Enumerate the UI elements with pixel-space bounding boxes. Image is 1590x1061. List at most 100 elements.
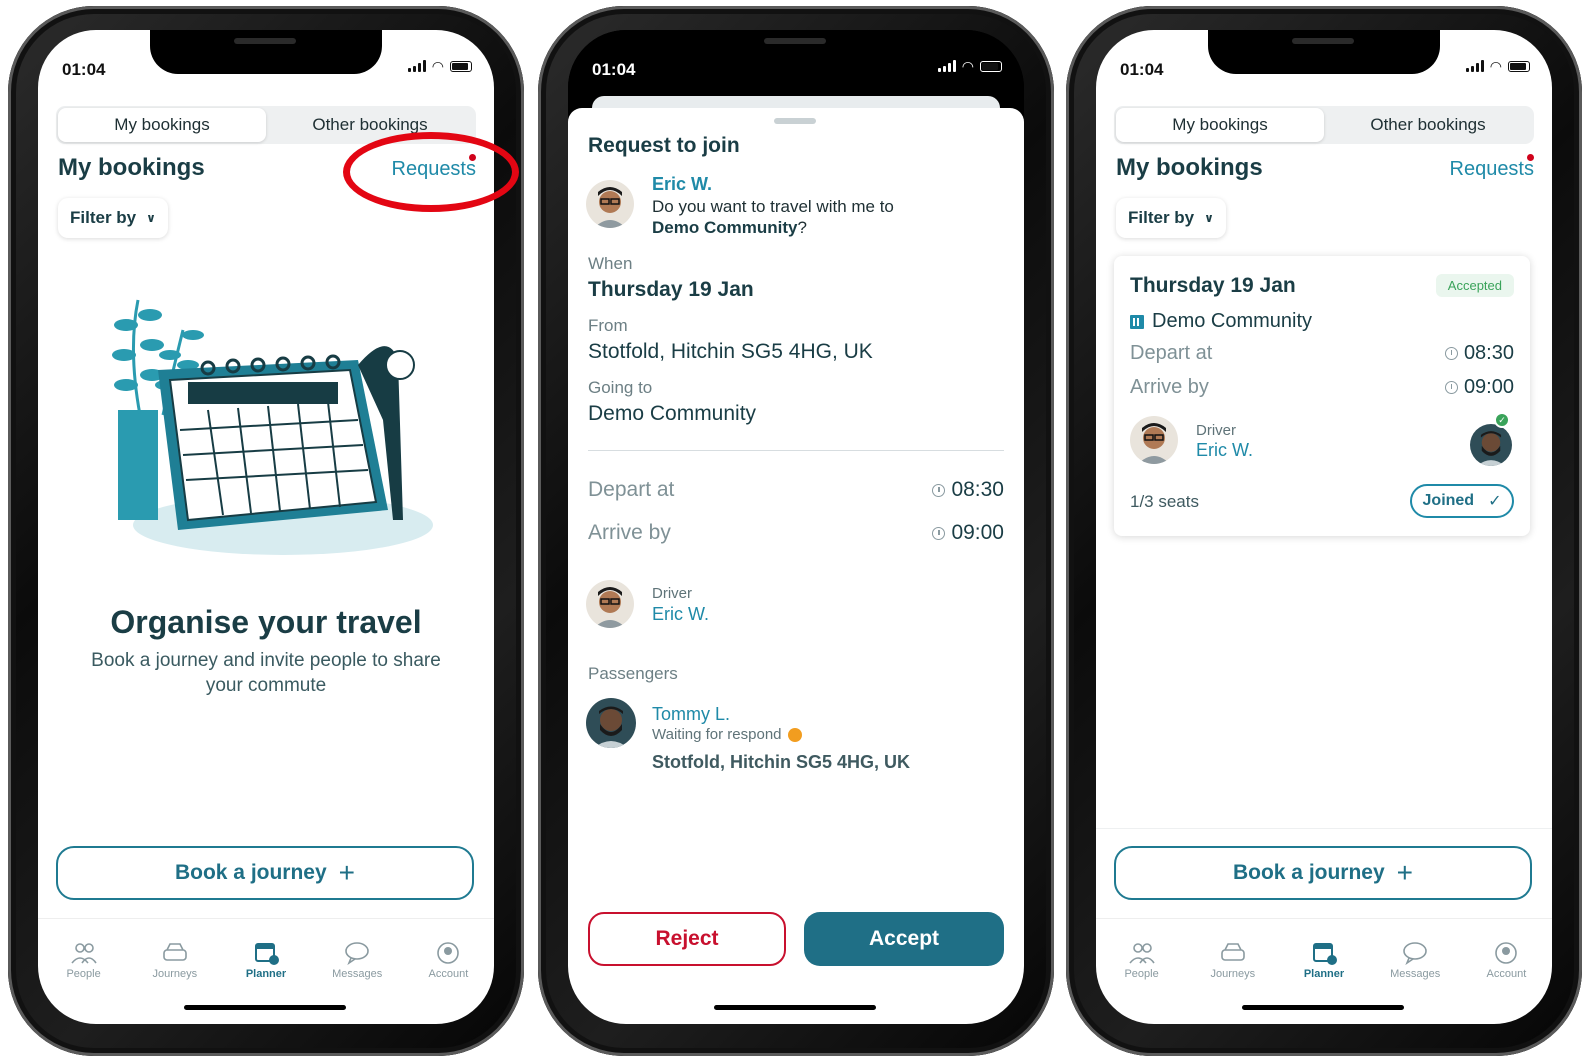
passengers-label: Passengers bbox=[588, 664, 678, 683]
nav-people[interactable]: People bbox=[1096, 919, 1187, 988]
booking-date: Thursday 19 Jan bbox=[1130, 274, 1296, 297]
arrive-time-value: 09:00 bbox=[951, 521, 1004, 544]
book-journey-button[interactable]: Book a journey + bbox=[56, 846, 474, 900]
passenger-address: Stotfold, Hitchin SG5 4HG, UK bbox=[652, 752, 911, 772]
status-time: 01:04 bbox=[592, 60, 636, 79]
joined-label: Joined bbox=[1422, 492, 1475, 509]
screen: 01:04 ◠ Request to join Eric W. Do you w… bbox=[568, 30, 1024, 1024]
clock-icon bbox=[932, 483, 946, 497]
plus-icon: + bbox=[1396, 857, 1414, 888]
status-icons: ◠ bbox=[937, 59, 1002, 73]
home-indicator bbox=[1242, 1005, 1404, 1010]
bottom-tab-bar: People Journeys Planner Messages Account bbox=[1096, 918, 1552, 988]
signal-icon bbox=[937, 60, 956, 72]
nav-messages[interactable]: Messages bbox=[1370, 919, 1461, 988]
battery-icon bbox=[1508, 60, 1530, 72]
from-label: From bbox=[588, 316, 628, 335]
booking-community: Demo Community bbox=[1130, 310, 1312, 333]
joined-button[interactable]: Joined ✓ bbox=[1410, 484, 1514, 518]
booking-card[interactable]: Thursday 19 Jan Accepted Demo Community … bbox=[1114, 256, 1530, 536]
nav-people-label: People bbox=[1124, 968, 1159, 980]
wifi-icon: ◠ bbox=[431, 58, 444, 74]
nav-account[interactable]: Account bbox=[403, 919, 494, 988]
page-title: My bookings bbox=[58, 154, 205, 181]
home-indicator bbox=[714, 1005, 876, 1010]
calendar-illustration bbox=[112, 299, 433, 555]
empty-state-title: Organise your travel bbox=[110, 604, 422, 640]
nav-people[interactable]: People bbox=[38, 919, 129, 988]
tab-my-bookings[interactable]: My bookings bbox=[1116, 108, 1324, 142]
chevron-down-icon: ∨ bbox=[146, 211, 156, 225]
driver-name[interactable]: Eric W. bbox=[1196, 440, 1253, 461]
filter-label: Filter by bbox=[1128, 208, 1195, 227]
requests-link[interactable]: Requests bbox=[1450, 158, 1535, 181]
nav-planner[interactable]: Planner bbox=[1278, 919, 1369, 988]
planner-icon bbox=[255, 943, 279, 965]
plus-icon: + bbox=[338, 857, 356, 888]
driver-label: Driver bbox=[1196, 422, 1236, 439]
nav-messages[interactable]: Messages bbox=[312, 919, 403, 988]
request-message-suffix: ? bbox=[797, 218, 807, 237]
status-time: 01:04 bbox=[1120, 60, 1164, 79]
check-icon: ✓ bbox=[1494, 412, 1510, 428]
passenger-status-text: Waiting for respond bbox=[652, 726, 782, 743]
accept-button[interactable]: Accept bbox=[804, 912, 1004, 966]
notification-dot bbox=[1527, 154, 1534, 161]
requests-highlight-annotation bbox=[343, 132, 519, 212]
depart-time-value: 08:30 bbox=[951, 478, 1004, 501]
signal-icon bbox=[1465, 60, 1484, 72]
arrive-time-value: 09:00 bbox=[1463, 376, 1514, 398]
sheet-handle[interactable] bbox=[774, 118, 816, 124]
chevron-down-icon: ∨ bbox=[1204, 211, 1214, 225]
driver-name[interactable]: Eric W. bbox=[652, 604, 709, 625]
request-message-place: Demo Community bbox=[652, 218, 798, 237]
nav-journeys[interactable]: Journeys bbox=[1187, 919, 1278, 988]
car-icon bbox=[162, 943, 187, 961]
planner-icon bbox=[1313, 943, 1337, 965]
avatar-driver[interactable] bbox=[1130, 416, 1178, 464]
notch bbox=[680, 30, 912, 74]
filter-button[interactable]: Filter by ∨ bbox=[1116, 198, 1226, 238]
requester-name[interactable]: Eric W. bbox=[652, 174, 712, 195]
nav-people-label: People bbox=[66, 968, 101, 980]
nav-journeys-label: Journeys bbox=[1210, 968, 1256, 980]
book-journey-label: Book a journey bbox=[1232, 861, 1385, 884]
nav-planner[interactable]: Planner bbox=[220, 919, 311, 988]
driver-label: Driver bbox=[652, 585, 692, 602]
status-icons: ◠ bbox=[407, 58, 472, 74]
avatar-driver[interactable] bbox=[586, 580, 634, 628]
book-journey-label: Book a journey bbox=[174, 861, 327, 884]
nav-journeys[interactable]: Journeys bbox=[129, 919, 220, 988]
bookings-segmented-control: My bookings Other bookings bbox=[1114, 106, 1534, 144]
passenger-name[interactable]: Tommy L. bbox=[652, 704, 730, 725]
nav-journeys-label: Journeys bbox=[152, 968, 198, 980]
request-sheet: Request to join Eric W. Do you want to t… bbox=[568, 108, 1024, 1024]
avatar-eric[interactable] bbox=[586, 180, 634, 228]
notch bbox=[1208, 30, 1440, 74]
avatar-passenger[interactable] bbox=[1470, 424, 1512, 466]
from-value: Stotfold, Hitchin SG5 4HG, UK bbox=[588, 340, 873, 363]
clock-icon bbox=[932, 526, 946, 540]
community-name: Demo Community bbox=[1152, 310, 1313, 332]
depart-label: Depart at bbox=[1130, 342, 1213, 364]
nav-planner-label: Planner bbox=[1303, 968, 1345, 980]
wifi-icon: ◠ bbox=[1489, 58, 1502, 74]
arrive-label: Arrive by bbox=[1130, 376, 1209, 398]
tab-other-bookings[interactable]: Other bookings bbox=[1324, 108, 1532, 142]
reject-button[interactable]: Reject bbox=[588, 912, 786, 966]
phone-frame-request-to-join: 01:04 ◠ Request to join Eric W. Do you w… bbox=[538, 6, 1054, 1056]
seats-count: 1/3 seats bbox=[1130, 492, 1199, 511]
book-journey-button[interactable]: Book a journey + bbox=[1114, 846, 1532, 900]
building-icon bbox=[1130, 314, 1144, 329]
nav-account[interactable]: Account bbox=[1461, 919, 1552, 988]
battery-icon bbox=[980, 60, 1002, 72]
avatar-tommy[interactable] bbox=[586, 698, 636, 748]
status-time: 01:04 bbox=[62, 60, 106, 79]
request-message-prefix: Do you want to travel with me to bbox=[652, 197, 894, 216]
tab-my-bookings[interactable]: My bookings bbox=[58, 108, 266, 142]
nav-account-label: Account bbox=[428, 968, 469, 980]
bottom-tab-bar: People Journeys Planner Messages Account bbox=[38, 918, 494, 988]
filter-button[interactable]: Filter by ∨ bbox=[58, 198, 168, 238]
account-icon bbox=[1495, 942, 1518, 964]
screen: 01:04 ◠ My bookings Other bookings My bo… bbox=[1096, 30, 1552, 1024]
